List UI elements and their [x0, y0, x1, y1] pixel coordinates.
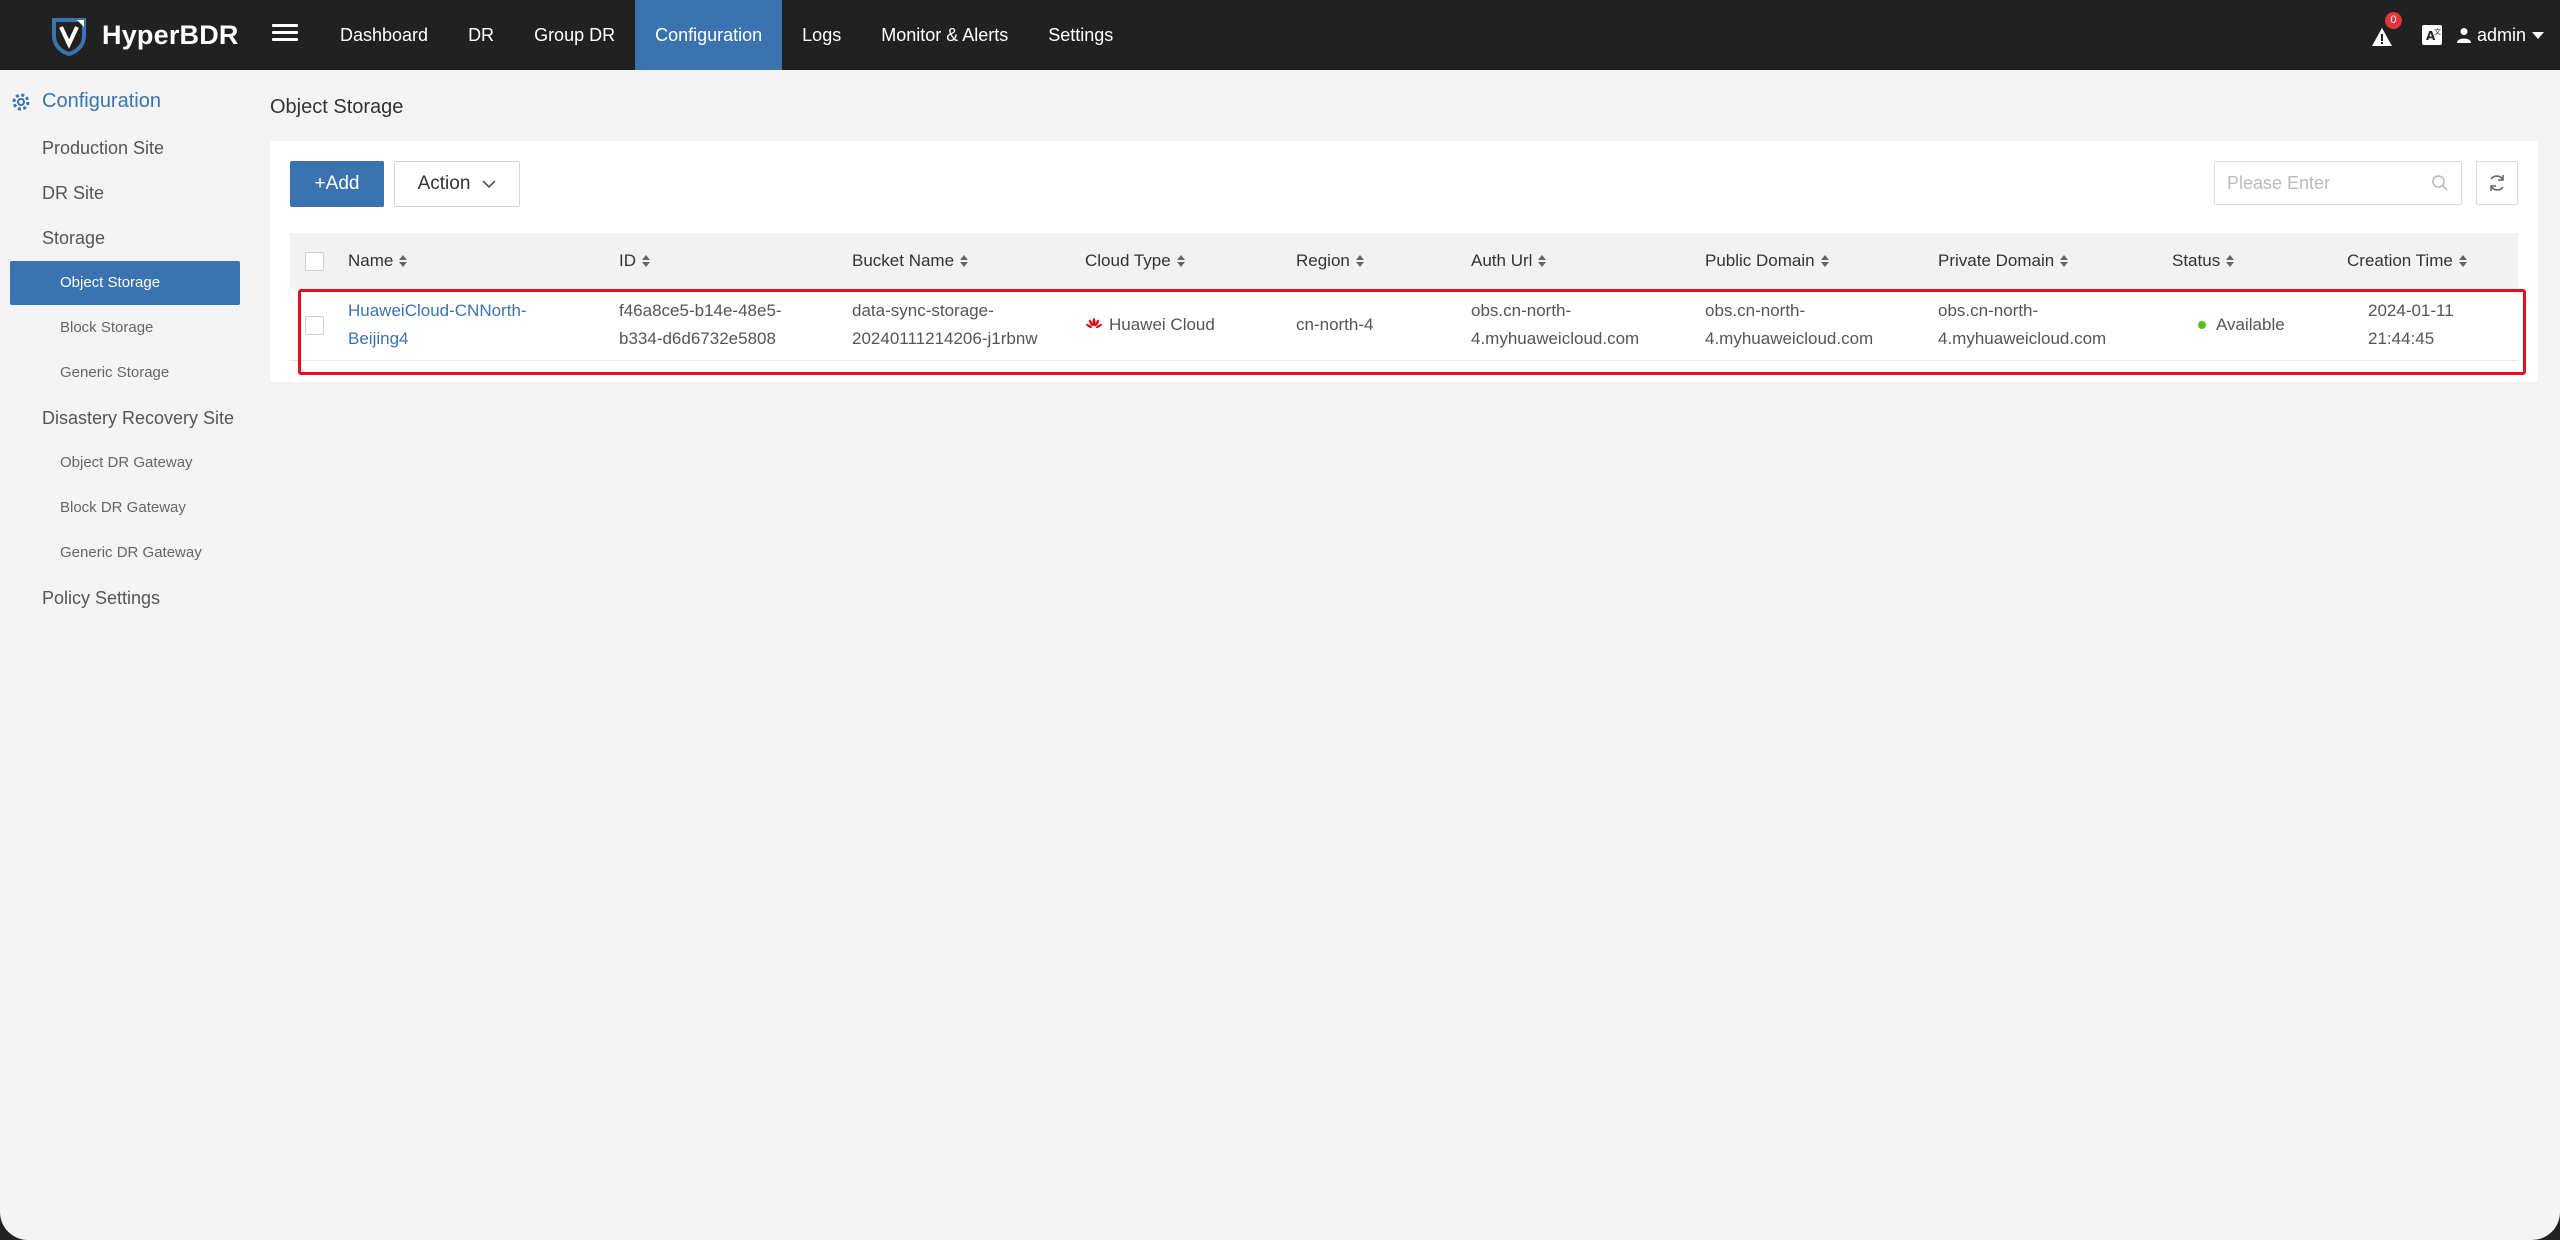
table-row[interactable]: HuaweiCloud-CNNorth- Beijing4 f46a8ce5-b1… [290, 289, 2518, 361]
sidebar-item-production-site[interactable]: Production Site [42, 138, 164, 159]
status-dot-icon [2198, 321, 2206, 329]
search-input[interactable] [2215, 162, 2415, 204]
sidebar: Configuration Production Site DR Site St… [0, 70, 250, 1240]
language-icon[interactable]: A 文 [2421, 24, 2443, 46]
region: cn-north-4 [1296, 315, 1374, 334]
sort-icon [642, 255, 650, 267]
sidebar-item-object-dr-gateway[interactable]: Object DR Gateway [60, 454, 193, 471]
creation-time: 2024-01-11 21:44:45 [2368, 301, 2454, 348]
svg-text:文: 文 [2434, 27, 2441, 36]
cloud-type: Huawei Cloud [1085, 289, 1215, 361]
sort-icon [2060, 255, 2069, 267]
nav-dr[interactable]: DR [448, 0, 514, 70]
sidebar-header: Configuration [10, 90, 161, 113]
alerts-button[interactable]: 0 [2371, 12, 2402, 50]
chevron-down-icon [482, 179, 496, 188]
sidebar-item-object-storage[interactable]: Object Storage [10, 261, 240, 305]
nav-settings[interactable]: Settings [1028, 0, 1133, 70]
refresh-button[interactable] [2476, 161, 2518, 205]
private-domain: obs.cn-north- 4.myhuaweicloud.com [1938, 301, 2107, 348]
sort-icon [2226, 255, 2235, 267]
col-cloud-type[interactable]: Cloud Type [1085, 233, 1185, 289]
huawei-logo-icon [1085, 318, 1103, 329]
user-menu[interactable]: admin [2456, 24, 2544, 46]
row-checkbox[interactable] [305, 289, 324, 361]
sort-icon [1538, 255, 1547, 267]
sort-icon [1176, 255, 1185, 267]
add-button[interactable]: +Add [290, 161, 384, 207]
sort-icon [1820, 255, 1829, 267]
status-badge: Available [2198, 289, 2285, 361]
storage-name-link[interactable]: HuaweiCloud-CNNorth- Beijing4 [348, 289, 527, 361]
search-box [2214, 161, 2462, 205]
hyperbdr-logo-icon [52, 18, 86, 56]
col-public-domain[interactable]: Public Domain [1705, 233, 1829, 289]
page-title: Object Storage [270, 96, 404, 118]
sidebar-item-disaster-recovery-site[interactable]: Disastery Recovery Site [42, 408, 234, 429]
col-bucket-name[interactable]: Bucket Name [852, 233, 969, 289]
nav-dashboard[interactable]: Dashboard [320, 0, 448, 70]
user-icon [2456, 28, 2471, 43]
sort-icon [2458, 255, 2467, 267]
sidebar-item-storage[interactable]: Storage [42, 228, 105, 249]
sort-icon [1355, 255, 1364, 267]
search-icon[interactable] [2431, 174, 2449, 192]
nav-configuration[interactable]: Configuration [635, 0, 783, 70]
app-window: HyperBDR Dashboard DR Group DR Configura… [0, 0, 2560, 1240]
sort-icon [399, 255, 408, 267]
nav-monitor-alerts[interactable]: Monitor & Alerts [861, 0, 1028, 70]
col-auth-url[interactable]: Auth Url [1471, 233, 1547, 289]
username: admin [2476, 24, 2526, 45]
nav-group-dr[interactable]: Group DR [514, 0, 635, 70]
bucket-name: data-sync-storage- 20240111214206-j1rbnw [852, 301, 1038, 348]
action-dropdown[interactable]: Action [394, 161, 520, 207]
col-creation-time[interactable]: Creation Time [2347, 233, 2467, 289]
menu-toggle-icon[interactable] [272, 20, 298, 46]
sort-icon [960, 255, 969, 267]
sidebar-item-block-dr-gateway[interactable]: Block DR Gateway [60, 499, 186, 516]
object-storage-panel: +Add Action Name ID [270, 141, 2538, 382]
col-status[interactable]: Status [2172, 233, 2235, 289]
top-right-tools: 0 A 文 admin [2371, 0, 2544, 70]
alert-count-badge: 0 [2384, 12, 2402, 29]
top-navbar: HyperBDR Dashboard DR Group DR Configura… [0, 0, 2560, 70]
sidebar-header-label: Configuration [42, 90, 161, 112]
sidebar-item-policy-settings[interactable]: Policy Settings [42, 588, 160, 609]
select-all-checkbox[interactable] [305, 233, 324, 289]
main-nav: Dashboard DR Group DR Configuration Logs… [320, 0, 1133, 70]
nav-logs[interactable]: Logs [782, 0, 861, 70]
col-id[interactable]: ID [619, 233, 650, 289]
logo[interactable]: HyperBDR [48, 15, 239, 56]
gear-icon [12, 93, 30, 110]
sidebar-item-dr-site[interactable]: DR Site [42, 183, 104, 204]
col-private-domain[interactable]: Private Domain [1938, 233, 2069, 289]
sidebar-item-generic-storage[interactable]: Generic Storage [60, 364, 169, 381]
col-region[interactable]: Region [1296, 233, 1364, 289]
app-name: HyperBDR [102, 19, 239, 50]
col-name[interactable]: Name [348, 233, 408, 289]
warning-icon [2371, 28, 2392, 46]
auth-url: obs.cn-north- 4.myhuaweicloud.com [1471, 301, 1640, 348]
chevron-down-icon [2532, 31, 2544, 39]
action-label: Action [417, 173, 471, 194]
sidebar-item-block-storage[interactable]: Block Storage [60, 319, 153, 336]
table-header: Name ID Bucket Name Cloud Type Region Au… [290, 233, 2518, 289]
storage-id: f46a8ce5-b14e-48e5- b334-d6d6732e5808 [619, 301, 782, 348]
sidebar-item-generic-dr-gateway[interactable]: Generic DR Gateway [60, 544, 202, 561]
refresh-icon [2490, 175, 2504, 191]
public-domain: obs.cn-north- 4.myhuaweicloud.com [1705, 301, 1874, 348]
